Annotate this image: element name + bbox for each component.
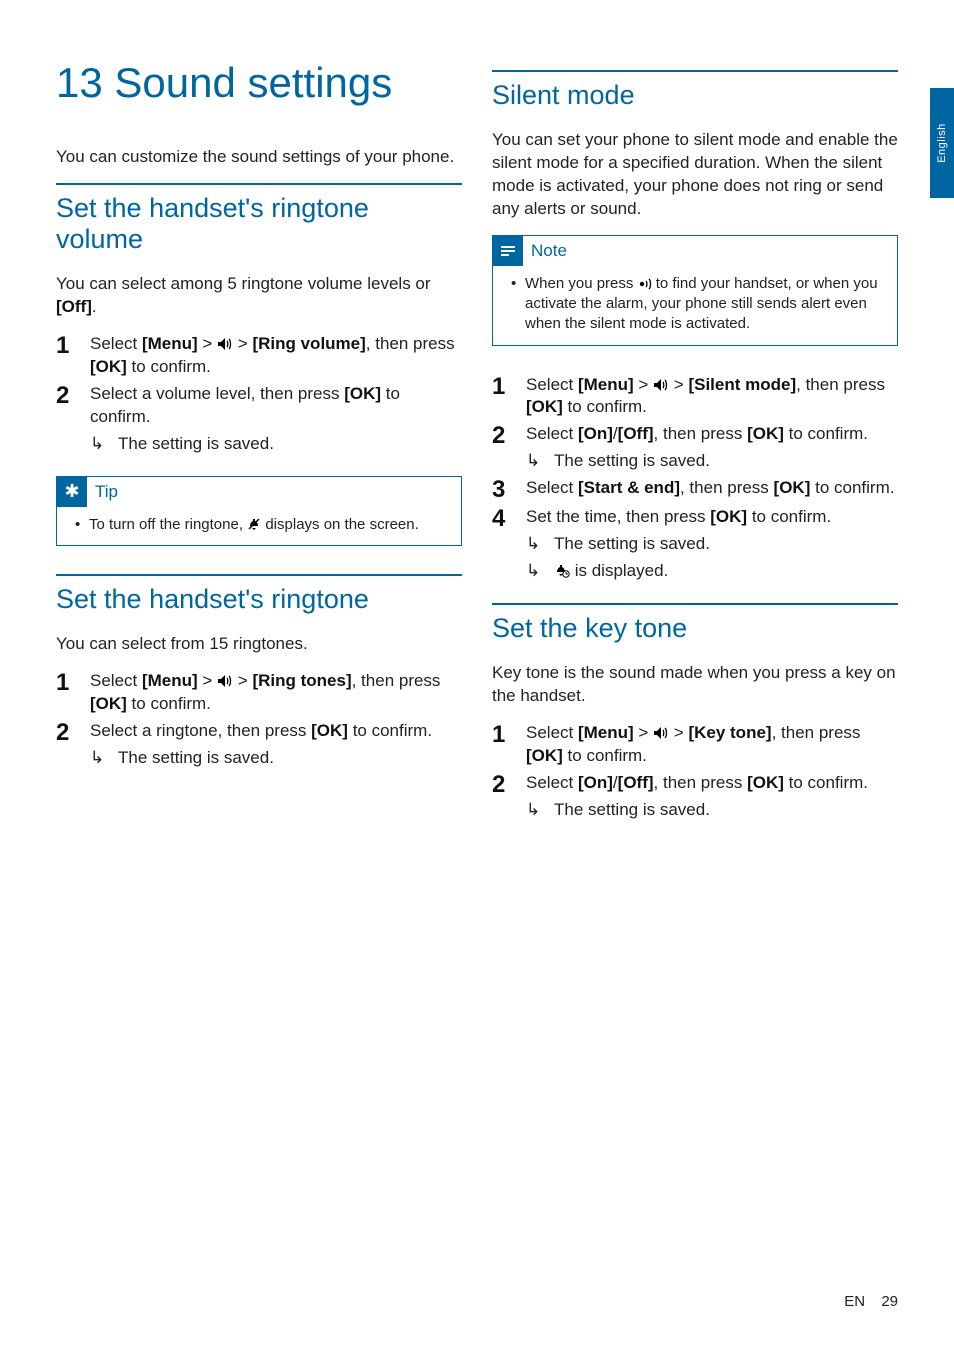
ringtone-heading: Set the handset's ringtone bbox=[56, 576, 462, 615]
silent-clock-icon bbox=[554, 564, 570, 578]
step-text: Select [Start & end], then press [OK] to… bbox=[526, 477, 898, 502]
silent-heading: Silent mode bbox=[492, 72, 898, 111]
footer-page-number: 29 bbox=[881, 1293, 898, 1310]
result-arrow-icon: ↳ bbox=[526, 450, 554, 473]
step-text: Select [Menu] > > [Ring volume], then pr… bbox=[90, 333, 462, 379]
ringtone-intro: You can select from 15 ringtones. bbox=[56, 633, 462, 656]
language-tab-label: English bbox=[936, 123, 948, 163]
volume-steps: 1 Select [Menu] > > [Ring volume], then … bbox=[56, 333, 462, 456]
right-column: Silent mode You can set your phone to si… bbox=[492, 60, 898, 842]
tip-text: To turn off the ringtone, displays on th… bbox=[89, 515, 419, 535]
speaker-icon bbox=[653, 378, 669, 392]
speaker-icon bbox=[217, 674, 233, 688]
step-number: 1 bbox=[56, 670, 90, 716]
result-arrow-icon: ↳ bbox=[526, 560, 554, 583]
step-number: 3 bbox=[492, 477, 526, 502]
tip-label: Tip bbox=[87, 482, 118, 502]
step-number: 2 bbox=[492, 423, 526, 473]
step-text: Set the time, then press [OK] to confirm… bbox=[526, 506, 898, 583]
step-number: 1 bbox=[492, 374, 526, 420]
silent-steps: 1 Select [Menu] > > [Silent mode], then … bbox=[492, 374, 898, 584]
speaker-icon bbox=[217, 337, 233, 351]
tip-icon: ✱ bbox=[57, 477, 87, 507]
result-arrow-icon: ↳ bbox=[526, 799, 554, 822]
step-text: Select [On]/[Off], then press [OK] to co… bbox=[526, 423, 898, 473]
step-number: 2 bbox=[56, 720, 90, 770]
chapter-intro: You can customize the sound settings of … bbox=[56, 146, 462, 169]
tip-callout: ✱ Tip •To turn off the ringtone, display… bbox=[56, 476, 462, 546]
step-number: 2 bbox=[56, 383, 90, 456]
volume-heading: Set the handset's ringtone volume bbox=[56, 185, 462, 255]
result-arrow-icon: ↳ bbox=[526, 533, 554, 556]
step-text: Select a ringtone, then press [OK] to co… bbox=[90, 720, 462, 770]
note-icon bbox=[493, 236, 523, 266]
step-number: 1 bbox=[56, 333, 90, 379]
silent-intro: You can set your phone to silent mode an… bbox=[492, 129, 898, 221]
speaker-icon bbox=[653, 726, 669, 740]
keytone-steps: 1 Select [Menu] > > [Key tone], then pre… bbox=[492, 722, 898, 822]
ringtone-steps: 1 Select [Menu] > > [Ring tones], then p… bbox=[56, 670, 462, 770]
step-number: 4 bbox=[492, 506, 526, 583]
paging-icon bbox=[638, 278, 652, 290]
language-tab: English bbox=[930, 88, 954, 198]
chapter-title: 13 Sound settings bbox=[56, 60, 462, 106]
step-text: Select a volume level, then press [OK] t… bbox=[90, 383, 462, 456]
result-arrow-icon: ↳ bbox=[90, 433, 118, 456]
step-text: Select [On]/[Off], then press [OK] to co… bbox=[526, 772, 898, 822]
step-text: Select [Menu] > > [Key tone], then press… bbox=[526, 722, 898, 768]
left-column: 13 Sound settings You can customize the … bbox=[56, 60, 462, 842]
note-label: Note bbox=[523, 241, 567, 261]
keytone-intro: Key tone is the sound made when you pres… bbox=[492, 662, 898, 708]
volume-intro: You can select among 5 ringtone volume l… bbox=[56, 273, 462, 319]
step-text: Select [Menu] > > [Silent mode], then pr… bbox=[526, 374, 898, 420]
step-number: 2 bbox=[492, 772, 526, 822]
step-number: 1 bbox=[492, 722, 526, 768]
result-arrow-icon: ↳ bbox=[90, 747, 118, 770]
step-text: Select [Menu] > > [Ring tones], then pre… bbox=[90, 670, 462, 716]
ringtone-off-icon bbox=[247, 517, 261, 531]
footer-lang: EN bbox=[844, 1293, 865, 1310]
page-footer: EN 29 bbox=[844, 1293, 898, 1310]
note-callout: Note •When you press to find your handse… bbox=[492, 235, 898, 346]
keytone-heading: Set the key tone bbox=[492, 605, 898, 644]
note-text: When you press to find your handset, or … bbox=[525, 274, 885, 335]
